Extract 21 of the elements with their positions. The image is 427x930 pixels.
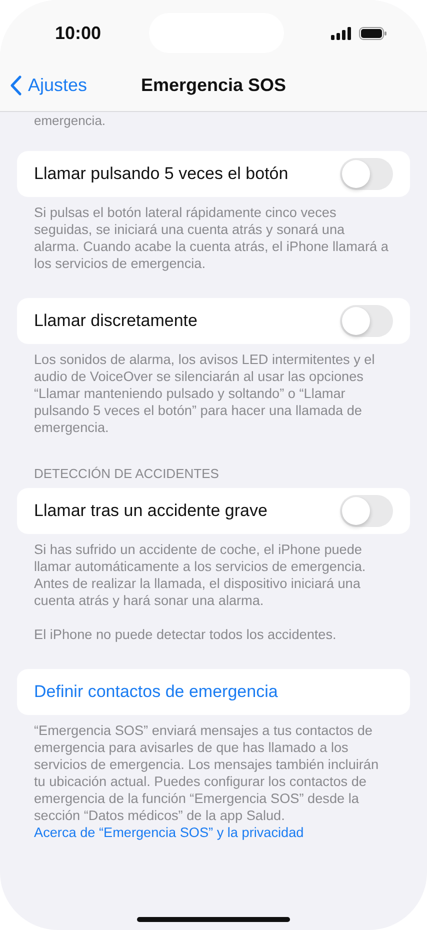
status-time: 10:00 bbox=[55, 22, 102, 44]
settings-row[interactable]: Llamar tras un accidente grave bbox=[17, 488, 410, 534]
page-title: Emergencia SOS bbox=[140, 75, 286, 96]
section-header: DETECCIÓN DE ACCIDENTES bbox=[34, 466, 219, 481]
chevron-left-icon bbox=[10, 75, 22, 96]
signal-icon bbox=[330, 26, 351, 40]
footer-text: emergencia. bbox=[34, 113, 106, 128]
footer-text: Si pulsas el botón lateral rápidamente cinco veces seguidas, se iniciará una cuenta atrás y sonará una alarma. Cuando acabe la cuenta atrás, el iPhone llamará a los servicios de emergencia. bbox=[34, 204, 390, 272]
toggle-switch[interactable] bbox=[340, 495, 393, 527]
settings-row[interactable]: Llamar pulsando 5 veces el botón bbox=[17, 151, 410, 197]
toggle-switch[interactable] bbox=[340, 305, 393, 337]
footer-text: Si has sufrido un accidente de coche, el iPhone puede llamar automáticamente a los servicios de emergencia. Antes de realizar la llamada, el dispositivo iniciará una cuenta atrás y hará sonar una alarma. bbox=[34, 541, 367, 609]
footer-text: Los sonidos de alarma, los avisos LED intermitentes y el audio de VoiceOver se silenciarán al usar las opciones “Llamar manteniendo pulsado y soltando” o “Llamar pulsando 5 veces el botón” para hacer una llamada de emergencia. bbox=[34, 351, 376, 436]
back-button[interactable]: Ajustes bbox=[10, 75, 88, 96]
footer-text: “Emergencia SOS” enviará mensajes a tus contactos de emergencia para avisarles de que has llamado a los servicios de emergencia. Los mensajes también incluirán tu ubicación actual. Puedes configurar los contactos de emergencia de la función “Emergencia SOS” desde la sección “Datos médicos” de la app Salud. bbox=[34, 722, 380, 824]
battery-icon bbox=[358, 26, 387, 40]
settings-row[interactable]: Definir contactos de emergencia bbox=[17, 669, 410, 715]
privacy-link[interactable]: Acerca de “Emergencia SOS” y la privacidad bbox=[34, 824, 393, 841]
toggle-switch[interactable] bbox=[340, 158, 393, 190]
footer-text: El iPhone no puede detectar todos los accidentes. bbox=[34, 626, 338, 643]
settings-row[interactable]: Llamar discretamente bbox=[17, 298, 410, 344]
